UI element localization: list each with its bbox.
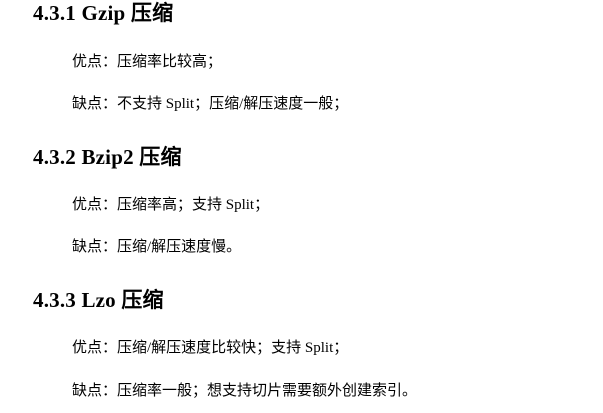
- bzip2-cons-text: 缺点：压缩/解压速度慢。: [72, 239, 242, 255]
- gzip-pros-text: 优点：压缩率比较高；: [72, 54, 223, 70]
- bzip2-pros-text: 优点：压缩率高；支持 Split；: [72, 197, 270, 213]
- gzip-cons-text: 缺点：不支持 Split；压缩/解压速度一般；: [72, 96, 349, 112]
- section-heading-gzip: 4.3.1 Gzip 压缩: [33, 1, 174, 25]
- section-heading-lzo: 4.3.3 Lzo 压缩: [33, 288, 164, 312]
- lzo-cons-text: 缺点：压缩率一般；想支持切片需要额外创建索引。: [72, 383, 418, 399]
- lzo-pros-text: 优点：压缩/解压速度比较快；支持 Split；: [72, 340, 349, 356]
- document-page: 4.3.1 Gzip 压缩 优点：压缩率比较高； 缺点：不支持 Split；压缩…: [0, 0, 603, 413]
- section-heading-bzip2: 4.3.2 Bzip2 压缩: [33, 145, 182, 169]
